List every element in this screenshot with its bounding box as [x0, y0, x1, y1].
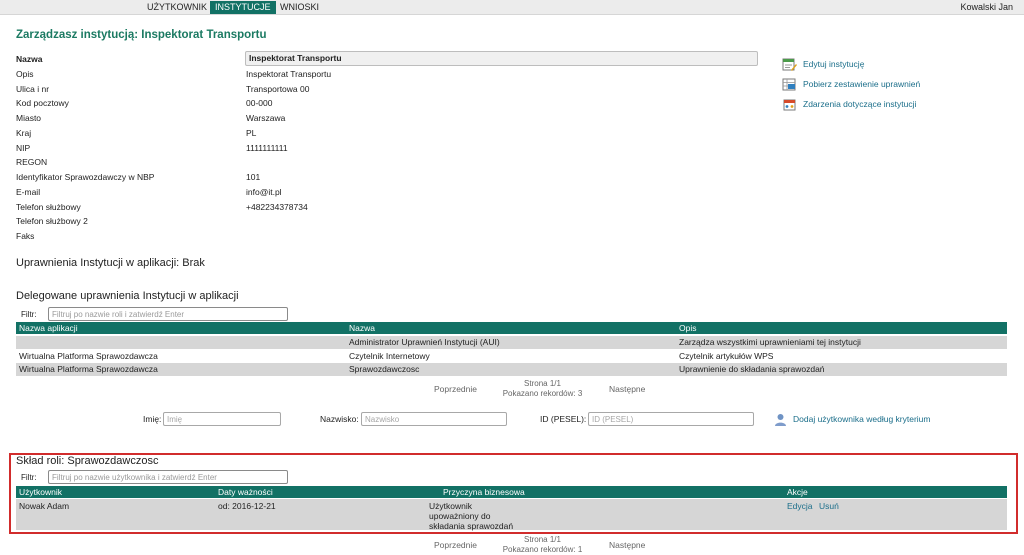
add-user-by-criteria-link[interactable]: Dodaj użytkownika według kryterium: [774, 412, 930, 426]
delegated-heading: Delegowane uprawnienia Instytucji w apli…: [16, 290, 239, 302]
delegated-filter-label: Filtr:: [21, 309, 37, 319]
pesel-input[interactable]: [588, 412, 754, 426]
field-value-nip: 1111111111: [246, 143, 288, 153]
institution-name-value: Inspektorat Transportu: [245, 51, 758, 66]
role-record-count: Pokazano rekordów: 1: [502, 545, 583, 554]
last-name-input[interactable]: [361, 412, 507, 426]
field-value-city: Warszawa: [246, 113, 286, 123]
field-label-postal: Kod pocztowy: [16, 98, 69, 108]
delegated-prev-button[interactable]: Poprzednie: [434, 384, 477, 394]
delegated-filter-input[interactable]: [48, 307, 288, 321]
edit-member-link[interactable]: Edycja: [787, 501, 813, 511]
delegated-page-indicator: Strona 1/1: [524, 379, 561, 388]
role-prev-button[interactable]: Poprzednie: [434, 540, 477, 550]
column-header-validity[interactable]: Daty ważności: [218, 486, 273, 498]
download-permissions-link[interactable]: Pobierz zestawienie uprawnień: [782, 77, 920, 91]
reason-line: składania sprawozdań: [429, 521, 514, 531]
role-page-indicator: Strona 1/1: [524, 535, 561, 544]
cell-name: Czytelnik Internetowy: [349, 351, 430, 361]
table-row[interactable]: Administrator Uprawnień Instytucji (AUI)…: [16, 336, 1007, 349]
field-value-phone: +482234378734: [246, 202, 308, 212]
reason-line: upoważniony do: [429, 511, 491, 521]
column-header-reason[interactable]: Przyczyna biznesowa: [443, 486, 525, 498]
cell-description: Czytelnik artykułów WPS: [679, 351, 774, 361]
delegated-pager-info: Strona 1/1 Pokazano rekordów: 3: [490, 379, 595, 399]
cell-validity: od: 2016-12-21: [218, 501, 276, 511]
field-label-fax: Faks: [16, 231, 35, 241]
reason-line: Użytkownik: [429, 501, 472, 511]
institution-events-link[interactable]: Zdarzenia dotyczące instytucji: [782, 97, 916, 111]
download-permissions-label: Pobierz zestawienie uprawnień: [803, 79, 921, 89]
role-filter: Filtr:: [21, 470, 288, 484]
column-header-actions: Akcje: [787, 487, 808, 497]
field-value-email: info@it.pl: [246, 187, 282, 197]
cell-app-name: Wirtualna Platforma Sprawozdawcza: [19, 364, 158, 374]
first-name-label: Imię:: [143, 414, 162, 424]
field-label-phone: Telefon służbowy: [16, 202, 81, 212]
institution-events-label: Zdarzenia dotyczące instytucji: [803, 99, 917, 109]
field-label-opis: Opis: [16, 69, 34, 79]
cell-reason: Użytkownik upoważniony do składania spra…: [429, 501, 513, 531]
permissions-heading: Uprawnienia Instytucji w aplikacji: Brak: [16, 257, 205, 269]
cell-name: Administrator Uprawnień Instytucji (AUI): [349, 337, 500, 347]
nav-tab-uzytkownik[interactable]: UŻYTKOWNIK: [142, 1, 212, 14]
delegated-table-header: Nazwa aplikacji Nazwa Opis: [16, 322, 1007, 334]
field-label-city: Miasto: [16, 113, 42, 123]
column-header-description[interactable]: Opis: [679, 322, 696, 334]
field-label-regon: REGON: [16, 157, 48, 167]
table-row[interactable]: Nowak Adam od: 2016-12-21 Użytkownik upo…: [16, 499, 1007, 531]
field-label-email: E-mail: [16, 187, 41, 197]
spreadsheet-download-icon: [782, 78, 797, 91]
role-heading: Skład roli: Sprawozdawczosc: [16, 455, 159, 467]
logged-user-name[interactable]: Kowalski Jan: [960, 1, 1013, 14]
role-filter-label: Filtr:: [21, 472, 37, 482]
user-icon: [774, 413, 787, 426]
edit-institution-label: Edytuj instytucję: [803, 59, 865, 69]
first-name-input[interactable]: [163, 412, 281, 426]
last-name-label: Nazwisko:: [320, 414, 359, 424]
table-row[interactable]: Wirtualna Platforma Sprawozdawcza Sprawo…: [16, 363, 1007, 376]
pesel-label: ID (PESEL):: [540, 414, 587, 424]
top-navigation-bar: UŻYTKOWNIK INSTYTUCJE WNIOSKI Kowalski J…: [0, 0, 1024, 15]
add-user-by-criteria-label: Dodaj użytkownika według kryterium: [793, 414, 931, 424]
nav-tab-wnioski[interactable]: WNIOSKI: [275, 1, 324, 14]
events-list-icon: [782, 98, 797, 111]
cell-description: Uprawnienie do składania sprawozdań: [679, 364, 825, 374]
field-label-phone-2: Telefon służbowy 2: [16, 216, 88, 226]
column-header-name[interactable]: Nazwa: [349, 322, 375, 334]
cell-user: Nowak Adam: [19, 501, 70, 511]
nav-tab-instytucje[interactable]: INSTYTUCJE: [210, 1, 276, 14]
field-value-postal: 00-000: [246, 98, 273, 108]
column-header-app-name[interactable]: Nazwa aplikacji: [19, 322, 78, 334]
field-label-nip: NIP: [16, 143, 31, 153]
delegated-filter: Filtr:: [21, 307, 288, 321]
field-value-street: Transportowa 00: [246, 84, 310, 94]
role-table-header: Użytkownik Daty ważności Przyczyna bizne…: [16, 486, 1007, 498]
field-label-nbp-id: Identyfikator Sprawozdawczy w NBP: [16, 172, 155, 182]
cell-name: Sprawozdawczosc: [349, 364, 420, 374]
table-row[interactable]: Wirtualna Platforma Sprawozdawcza Czytel…: [16, 350, 1007, 363]
edit-document-icon: [782, 58, 797, 71]
page-title: Zarządzasz instytucją: Inspektorat Trans…: [16, 29, 267, 41]
field-value-opis: Inspektorat Transportu: [246, 69, 332, 79]
role-filter-input[interactable]: [48, 470, 288, 484]
edit-institution-link[interactable]: Edytuj instytucję: [782, 57, 864, 71]
cell-description: Zarządza wszystkimi uprawnieniami tej in…: [679, 337, 861, 347]
field-label-street: Ulica i nr: [16, 84, 50, 94]
name-label: Nazwa: [16, 54, 43, 64]
role-pager-info: Strona 1/1 Pokazano rekordów: 1: [490, 535, 595, 555]
column-header-user[interactable]: Użytkownik: [19, 486, 62, 498]
field-value-nbp-id: 101: [246, 172, 261, 182]
remove-member-link[interactable]: Usuń: [819, 501, 839, 511]
role-next-button[interactable]: Następne: [609, 540, 645, 550]
delegated-record-count: Pokazano rekordów: 3: [502, 389, 583, 398]
delegated-next-button[interactable]: Następne: [609, 384, 645, 394]
cell-app-name: Wirtualna Platforma Sprawozdawcza: [19, 351, 158, 361]
field-label-country: Kraj: [16, 128, 32, 138]
field-value-country: PL: [246, 128, 257, 138]
